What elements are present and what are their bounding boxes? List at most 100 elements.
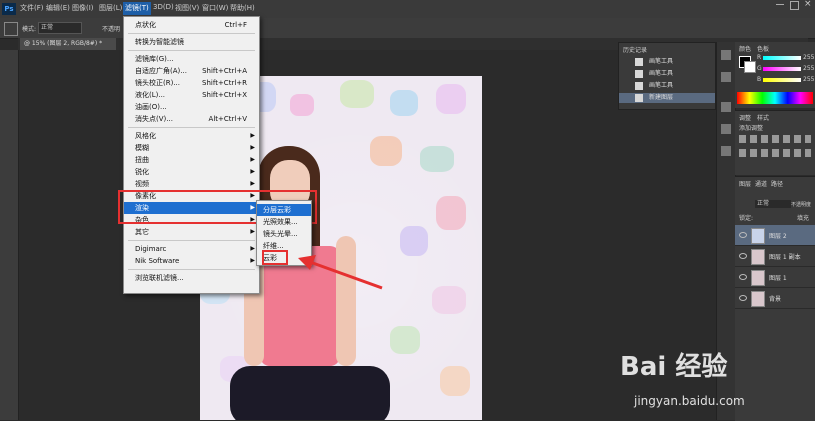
document-tab[interactable]: @ 15% (图层 2, RGB/8#) * [20, 38, 116, 50]
filter-menu-item[interactable]: Digimarc ▶ [124, 243, 259, 255]
filter-menu-item[interactable]: 油画(O)... [124, 101, 259, 113]
menu-view[interactable]: 视图(V) [175, 3, 199, 13]
swatches-tab[interactable]: 色板 [757, 44, 769, 53]
mode-label: 模式: [22, 26, 37, 33]
close-icon[interactable]: × [804, 0, 812, 9]
brush-icon [635, 58, 643, 66]
layer-row[interactable]: 图层 2 [735, 225, 815, 246]
filter-menu-item[interactable]: 模糊 ▶ [124, 142, 259, 154]
layer-name[interactable]: 图层 1 [769, 273, 787, 282]
filter-menu-item[interactable]: 扭曲 ▶ [124, 154, 259, 166]
filter-menu-item[interactable]: Nik Software ▶ [124, 255, 259, 267]
menu-filter[interactable]: 滤镜(T) [123, 2, 151, 15]
menu-item-shortcut: Shift+Ctrl+X [202, 91, 247, 99]
background-color-swatch[interactable] [744, 61, 756, 73]
menu-item-shortcut: Shift+Ctrl+A [202, 67, 247, 75]
opacity-label: 不透明 [102, 26, 121, 33]
filter-menu-item[interactable]: 浏览联机滤镜... [124, 272, 259, 284]
layers-tab[interactable]: 图层 [739, 179, 751, 188]
b-slider[interactable] [763, 78, 801, 82]
menu-item-label: 自适应广角(A)... [135, 67, 187, 75]
filter-menu-item[interactable]: 风格化 ▶ [124, 130, 259, 142]
minimize-icon[interactable] [776, 4, 784, 5]
g-label: G [757, 65, 762, 72]
layer-thumbnail [751, 270, 765, 286]
menu-item-label: 油画(O)... [135, 103, 167, 111]
dock-icon[interactable] [721, 72, 731, 82]
history-item[interactable]: 画笔工具 [619, 69, 715, 79]
menu-item-label: 其它 [135, 228, 149, 236]
layer-name[interactable]: 图层 2 [769, 231, 787, 240]
mode-select[interactable]: 正常 [38, 22, 82, 34]
menu-layer[interactable]: 图层(L) [99, 3, 122, 13]
styles-tab[interactable]: 样式 [757, 113, 769, 122]
filter-menu-item[interactable]: 锐化 ▶ [124, 166, 259, 178]
filter-menu-item[interactable]: 液化(L)... Shift+Ctrl+X [124, 89, 259, 101]
g-value[interactable]: 255 [803, 65, 814, 72]
visibility-eye-icon[interactable] [739, 274, 747, 280]
filter-menu-item[interactable]: 点状化 Ctrl+F [124, 19, 259, 31]
filter-menu-item[interactable]: 消失点(V)... Alt+Ctrl+V [124, 113, 259, 125]
color-tab[interactable]: 颜色 [739, 44, 751, 53]
submenu-arrow-icon: ▶ [250, 156, 255, 163]
layer-row[interactable]: 图层 1 副本 [735, 246, 815, 267]
dock-icon[interactable] [721, 102, 731, 112]
menu-edit[interactable]: 编辑(E) [46, 3, 70, 13]
color-spectrum[interactable] [737, 92, 813, 104]
layer-name[interactable]: 图层 1 副本 [769, 252, 801, 261]
history-item[interactable]: 画笔工具 [619, 81, 715, 91]
menu-separator [128, 50, 255, 51]
b-value[interactable]: 255 [803, 76, 814, 83]
menu-separator [128, 127, 255, 128]
paths-tab[interactable]: 路径 [771, 179, 783, 188]
menu-item-label: Digimarc [135, 245, 167, 253]
filter-menu-item[interactable]: 自适应广角(A)... Shift+Ctrl+A [124, 65, 259, 77]
dock-icon[interactable] [721, 124, 731, 134]
filter-menu-item[interactable]: 视频 ▶ [124, 178, 259, 190]
adjustments-tab[interactable]: 调整 [739, 113, 751, 122]
r-slider[interactable] [763, 56, 801, 60]
submenu-item-lens-flare[interactable]: 镜头光晕... [257, 228, 311, 240]
b-label: B [757, 76, 762, 83]
menu-item-label: 锐化 [135, 168, 149, 176]
menu-help[interactable]: 帮助(H) [230, 3, 255, 13]
maximize-icon[interactable] [790, 1, 799, 10]
adjustments-panel: 调整 样式 添加调整 [735, 110, 815, 175]
brush-icon [635, 82, 643, 90]
blend-mode-select[interactable]: 正常 [755, 200, 791, 208]
submenu-item-clouds-diff[interactable]: 分层云彩 [257, 204, 311, 216]
menu-file[interactable]: 文件(F) [20, 3, 44, 13]
layer-row[interactable]: 图层 1 [735, 267, 815, 288]
filter-menu-item[interactable]: 其它 ▶ [124, 226, 259, 238]
brush-preset-icon[interactable] [4, 22, 18, 36]
menu-3d[interactable]: 3D(D) [153, 3, 174, 11]
lock-label: 锁定: [739, 215, 754, 222]
adjustment-icons-row[interactable] [739, 149, 811, 157]
dock-icon[interactable] [721, 146, 731, 156]
layer-name[interactable]: 背景 [769, 294, 781, 303]
menu-image[interactable]: 图像(I) [72, 3, 94, 13]
filter-menu-item[interactable]: 镜头校正(R)... Shift+Ctrl+R [124, 77, 259, 89]
history-item[interactable]: 画笔工具 [619, 57, 715, 67]
menu-item-label: 液化(L)... [135, 91, 166, 99]
g-slider[interactable] [763, 67, 801, 71]
filter-menu-item[interactable]: 转换为智能滤镜 [124, 36, 259, 48]
new-layer-icon [635, 94, 643, 102]
menu-window[interactable]: 窗口(W) [202, 3, 228, 13]
visibility-eye-icon[interactable] [739, 253, 747, 259]
r-value[interactable]: 255 [803, 54, 814, 61]
filter-menu-item[interactable]: 滤镜库(G)... [124, 53, 259, 65]
submenu-item-lighting[interactable]: 光照效果... [257, 216, 311, 228]
channels-tab[interactable]: 通道 [755, 179, 767, 188]
dock-icon[interactable] [721, 50, 731, 60]
layer-row[interactable]: 背景 [735, 288, 815, 309]
submenu-arrow-icon: ▶ [250, 168, 255, 175]
adjustment-icons-row[interactable] [739, 135, 811, 143]
submenu-arrow-icon: ▶ [250, 180, 255, 187]
visibility-eye-icon[interactable] [739, 295, 747, 301]
pointer-arrow [298, 255, 383, 290]
submenu-arrow-icon: ▶ [250, 132, 255, 139]
history-item[interactable]: 新建图层 [619, 93, 715, 103]
menu-item-shortcut: Alt+Ctrl+V [208, 115, 247, 123]
visibility-eye-icon[interactable] [739, 232, 747, 238]
